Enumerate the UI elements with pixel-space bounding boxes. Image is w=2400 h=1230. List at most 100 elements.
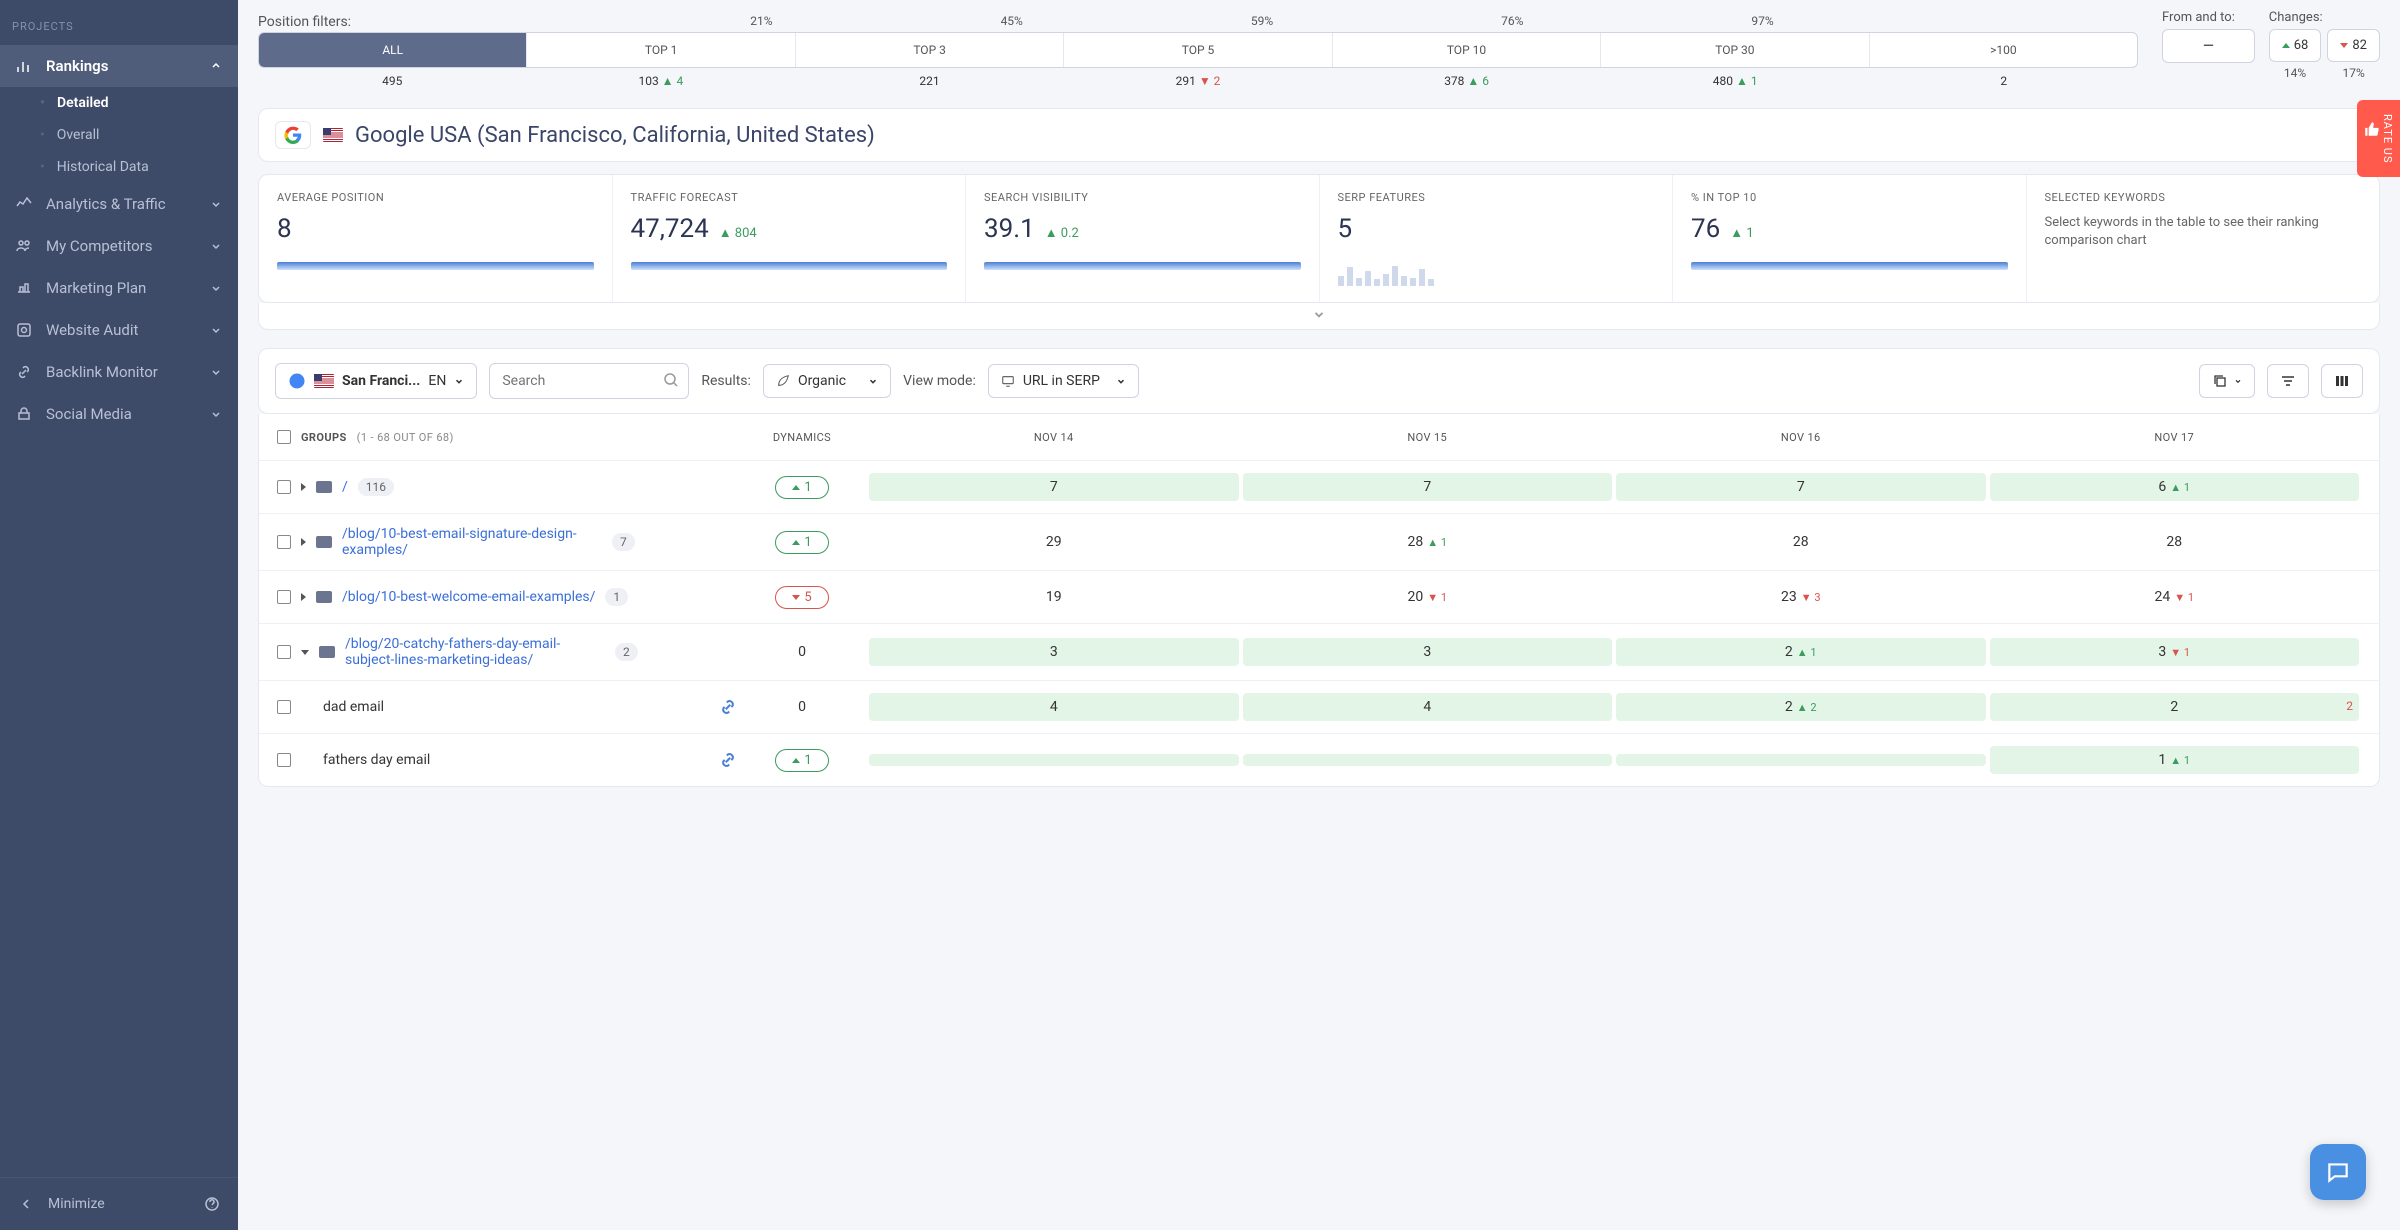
minimize-icon[interactable] [18, 1196, 34, 1212]
table-toolbar: San Franci... EN Results: Organic View m… [258, 348, 2380, 414]
flag-us-icon [314, 374, 334, 388]
columns-button[interactable] [2321, 364, 2363, 398]
sidebar: PROJECTS Rankings Detailed Overall Histo… [0, 0, 238, 1230]
sub-detailed[interactable]: Detailed [40, 87, 238, 119]
changes-down[interactable]: 82 [2327, 29, 2380, 62]
filter-icon [2280, 373, 2296, 389]
sub-overall[interactable]: Overall [40, 119, 238, 151]
row-checkbox[interactable] [277, 700, 291, 714]
sidebar-header: PROJECTS [0, 20, 238, 45]
table-row: /11617776▲ 1 [259, 460, 2379, 513]
changes-up[interactable]: 68 [2269, 29, 2322, 62]
date-cell: 2▲ 2 [1616, 693, 1986, 721]
filter-tab-top10[interactable]: TOP 10 [1333, 33, 1601, 67]
row-url[interactable]: /blog/10-best-welcome-email-examples/ [342, 589, 595, 605]
table-row: /blog/10-best-welcome-email-examples/151… [259, 570, 2379, 623]
nav-analytics[interactable]: Analytics & Traffic [0, 183, 238, 225]
table-row: fathers day email11▲ 1 [259, 733, 2379, 786]
nav-competitors[interactable]: My Competitors [0, 225, 238, 267]
date-cell: 24▼ 1 [1990, 583, 2360, 611]
nav-social[interactable]: Social Media [0, 393, 238, 435]
filter-tab-100[interactable]: >100 [1870, 33, 2137, 67]
chevron-down-icon [1312, 307, 1326, 321]
row-checkbox[interactable] [277, 753, 291, 767]
row-checkbox[interactable] [277, 535, 291, 549]
chevron-down-icon [210, 198, 222, 210]
row-url[interactable]: /blog/10-best-email-signature-design-exa… [342, 526, 602, 558]
table-row: dad email0442▲ 222 [259, 680, 2379, 733]
row-url[interactable]: /blog/20-catchy-fathers-day-email-subjec… [345, 636, 605, 668]
competitors-icon [16, 238, 32, 254]
date-cell: 19 [869, 583, 1239, 611]
nav-audit[interactable]: Website Audit [0, 309, 238, 351]
filters-label: Position filters: [258, 10, 386, 32]
select-all-checkbox[interactable] [277, 430, 291, 444]
caret-up-icon [2282, 43, 2290, 48]
image-icon [319, 646, 335, 658]
dynamics-pill: 1 [775, 476, 828, 499]
main-content: Position filters: 21%45%59%76%97% ALLTOP… [238, 0, 2400, 1230]
filter-tab-top3[interactable]: TOP 3 [796, 33, 1064, 67]
from-to: From and to: — [2162, 10, 2255, 63]
row-checkbox[interactable] [277, 480, 291, 494]
table-header: GROUPS (1 - 68 OUT OF 68) DYNAMICS NOV 1… [259, 414, 2379, 460]
date-cell: 28▲ 1 [1243, 528, 1613, 556]
row-checkbox[interactable] [277, 645, 291, 659]
row-url[interactable]: / [342, 479, 348, 495]
search-input[interactable] [489, 363, 689, 399]
nav-backlink[interactable]: Backlink Monitor [0, 351, 238, 393]
results-select[interactable]: Organic [763, 364, 891, 398]
expand-icon[interactable] [301, 538, 306, 546]
expand-icon[interactable] [301, 593, 306, 601]
collapse-icon[interactable] [301, 650, 309, 655]
nav-rankings[interactable]: Rankings [0, 45, 238, 87]
row-count: 116 [358, 478, 394, 496]
filter-tab-top5[interactable]: TOP 5 [1064, 33, 1332, 67]
google-icon [284, 126, 302, 144]
date-cell: 2▲ 1 [1616, 638, 1986, 666]
chat-button[interactable] [2310, 1144, 2366, 1200]
position-filters: Position filters: 21%45%59%76%97% ALLTOP… [258, 10, 2380, 94]
changes: Changes: 68 82 14% 17% [2269, 10, 2380, 80]
locale-selector[interactable]: San Franci... EN [275, 363, 477, 399]
filter-tab-top1[interactable]: TOP 1 [527, 33, 795, 67]
row-checkbox[interactable] [277, 590, 291, 604]
metric-card: SERP FEATURES5 [1320, 175, 1674, 302]
from-to-input[interactable]: — [2162, 29, 2255, 63]
date-cell: 3 [869, 638, 1239, 666]
filter-tab-top30[interactable]: TOP 30 [1601, 33, 1869, 67]
expand-metrics[interactable] [258, 303, 2380, 330]
expand-icon[interactable] [301, 483, 306, 491]
help-icon[interactable] [204, 1196, 220, 1212]
nav-marketing[interactable]: Marketing Plan [0, 267, 238, 309]
metric-card: SELECTED KEYWORDSSelect keywords in the … [2027, 175, 2380, 302]
rankings-sub: Detailed Overall Historical Data [0, 87, 238, 183]
copy-icon [2212, 373, 2228, 389]
search-icon [663, 372, 679, 388]
metric-card: % IN TOP 1076▲ 1 [1673, 175, 2027, 302]
link-icon[interactable] [719, 751, 737, 769]
chevron-down-icon [210, 240, 222, 252]
audit-icon [16, 322, 32, 338]
rankings-table: GROUPS (1 - 68 OUT OF 68) DYNAMICS NOV 1… [258, 414, 2380, 787]
view-mode-select[interactable]: URL in SERP [988, 364, 1139, 398]
dynamics-pill: 1 [775, 749, 828, 772]
date-cell: 7 [1616, 473, 1986, 501]
date-cell: 28 [1990, 528, 2360, 556]
screen-icon [1001, 374, 1015, 388]
minimize-label[interactable]: Minimize [48, 1196, 105, 1212]
rate-us-tab[interactable]: RATE US [2357, 100, 2400, 177]
link-icon[interactable] [719, 698, 737, 716]
filter-tab-all[interactable]: ALL [259, 33, 527, 67]
chat-icon [2325, 1159, 2351, 1185]
date-cell: 23▼ 3 [1616, 583, 1986, 611]
sub-historical[interactable]: Historical Data [40, 151, 238, 183]
date-cell: 22 [1990, 693, 2360, 721]
copy-button[interactable] [2199, 364, 2255, 398]
search-engine-card: Google USA (San Francisco, California, U… [258, 108, 2380, 162]
metric-card: SEARCH VISIBILITY39.1▲ 0.2 [966, 175, 1320, 302]
image-icon [316, 536, 332, 548]
filter-button[interactable] [2267, 364, 2309, 398]
chevron-up-icon [210, 60, 222, 72]
marketing-icon [16, 280, 32, 296]
